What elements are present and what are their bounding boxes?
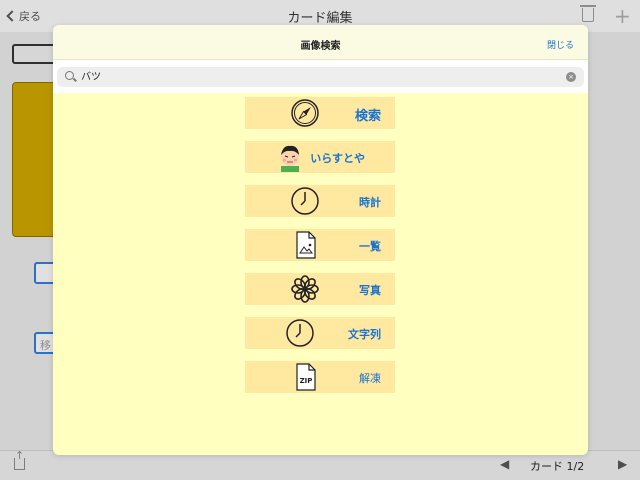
search-icon [65,71,74,80]
result-item-irasutoya[interactable]: いらすとや [245,141,395,173]
clock-icon [291,187,319,215]
search-bar: × [53,60,588,93]
result-label: 写真 [359,284,381,297]
result-label: 一覧 [359,240,381,253]
svg-text:ZIP: ZIP [300,377,313,385]
zip-file-icon: ZIP [296,363,316,391]
close-button[interactable]: 閉じる [547,38,574,51]
result-label: いらすとや [310,152,365,165]
image-search-modal: 画像検索 閉じる × 検索 [53,25,588,455]
clock-icon [286,319,314,347]
result-item-clock[interactable]: 時計 [245,185,395,217]
result-label: 文字列 [348,328,381,341]
result-item-search[interactable]: 検索 [245,97,395,129]
result-label: 解凍 [359,372,381,385]
result-label: 時計 [359,196,381,209]
result-label: 検索 [354,109,381,124]
results-list: 検索 いらすとや 時計 一覧 写真 文字列 ZIP 解凍 [245,97,395,405]
search-field[interactable]: × [57,67,584,87]
compass-icon [291,99,319,127]
photos-flower-icon [291,275,319,303]
search-input[interactable] [81,70,551,81]
modal-header: 画像検索 閉じる [53,25,588,60]
result-item-unzip[interactable]: ZIP 解凍 [245,361,395,393]
result-item-list[interactable]: 一覧 [245,229,395,261]
modal-title: 画像検索 [300,41,341,52]
boy-face-icon [281,145,299,172]
result-item-photos[interactable]: 写真 [245,273,395,305]
result-item-string[interactable]: 文字列 [245,317,395,349]
clear-search-icon[interactable]: × [566,72,576,82]
image-file-icon [296,231,316,259]
